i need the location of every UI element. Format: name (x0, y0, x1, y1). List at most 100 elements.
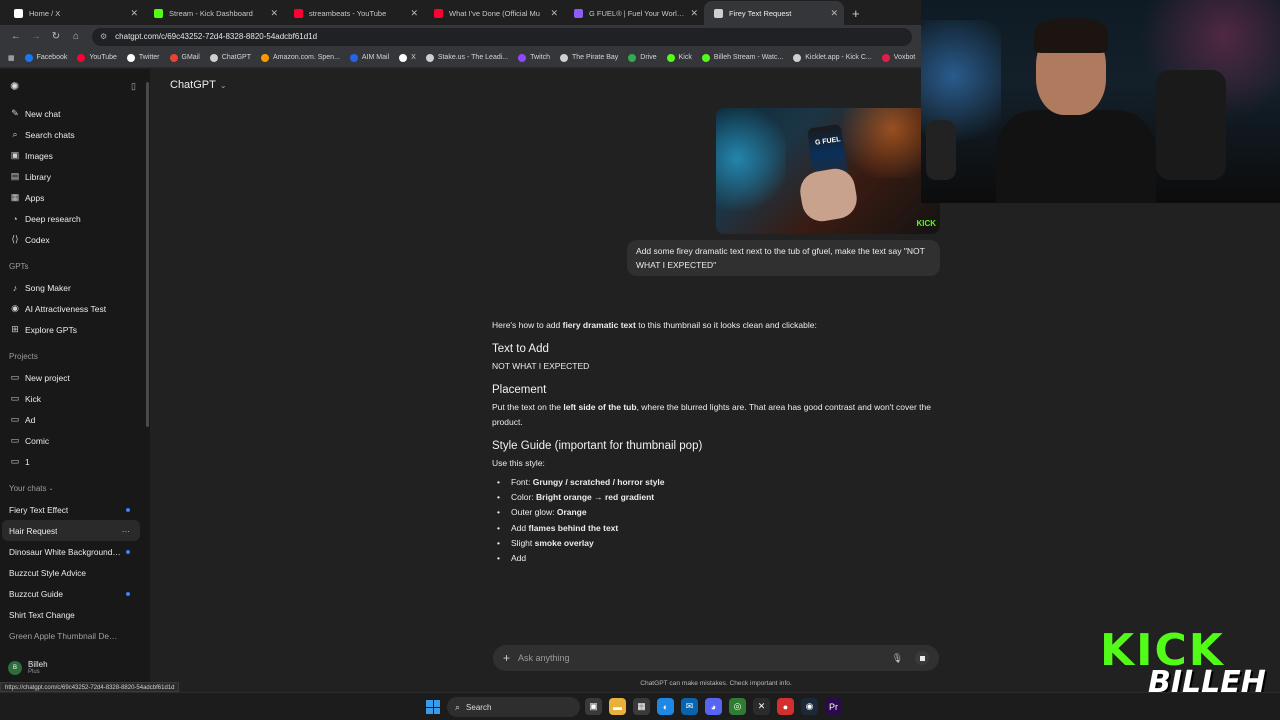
premiere-icon[interactable]: Pr (825, 698, 842, 715)
bookmark-item[interactable]: Twitch (518, 53, 550, 62)
style-bullet: Font: Grungy / scratched / horror style (492, 475, 942, 490)
browser-tab[interactable]: Firey Text Request ✕ (704, 1, 844, 25)
tab-title: Stream - Kick Dashboard (169, 8, 253, 18)
back-icon[interactable]: ← (6, 31, 26, 42)
bookmark-item[interactable]: Kick (666, 53, 692, 62)
close-tab-icon[interactable]: ✕ (830, 8, 838, 19)
style-bullet: Add (492, 551, 942, 566)
edge-icon[interactable]: ◐ (657, 698, 674, 715)
youtube-icon (294, 8, 303, 18)
bookmark-item[interactable]: YouTube (77, 53, 117, 62)
project-item[interactable]: ▭ Ad (0, 409, 150, 430)
image-kick-logo: KICK (916, 219, 936, 228)
sidebar-item-codex[interactable]: ⟨⟩ Codex (0, 229, 150, 250)
bookmark-item[interactable]: AIM Mail (349, 53, 389, 62)
chat-history-item[interactable]: Hair Request ··· (2, 520, 140, 541)
sidebar-item-deep-research[interactable]: ◔ Deep research (0, 208, 150, 229)
collapse-sidebar-icon[interactable]: ▯ (131, 81, 136, 92)
your-chats-heading[interactable]: Your chats ⌄ (0, 478, 150, 499)
chat-history-item[interactable]: Dinosaur White Background ... (0, 541, 140, 562)
sidebar-item-library[interactable]: ▤ Library (0, 166, 150, 187)
project-label: 1 (25, 456, 30, 467)
gpt-icon: ♪ (12, 282, 18, 293)
new-tab-icon[interactable]: + (844, 6, 868, 25)
windows-start-icon[interactable] (426, 700, 440, 714)
browser-tab[interactable]: G FUEL® | Fuel Your Worlds wi ✕ (564, 1, 704, 25)
outlook-icon[interactable]: ✉ (681, 698, 698, 715)
project-item[interactable]: ▭ 1 (0, 451, 150, 472)
bookmark-item[interactable]: Drive (628, 53, 657, 62)
bullet-value: flames behind the text (528, 522, 619, 533)
bookmark-item[interactable]: ChatGPT (209, 53, 251, 62)
bookmark-item[interactable]: Amazon.com. Spen... (260, 53, 340, 62)
address-bar[interactable]: ⚙ chatgpt.com/c/69c43252-72d4-8328-8820-… (92, 27, 912, 46)
bookmark-item[interactable]: GMail (169, 53, 200, 62)
file-explorer-icon[interactable]: ▬ (609, 698, 626, 715)
sidebar-item-images[interactable]: ▣ Images (0, 145, 150, 166)
chat-history-item[interactable]: Buzzcut Style Advice (0, 562, 140, 583)
bookmark-item[interactable]: X (399, 53, 416, 62)
bookmark-item[interactable]: Billeh Stream - Watc... (701, 53, 783, 62)
site-info-icon[interactable]: ⚙ (100, 32, 107, 41)
bookmark-favicon-icon (559, 53, 568, 62)
bookmark-item[interactable]: Voxbot (881, 53, 915, 62)
bookmark-item[interactable]: Kicklet.app - Kick C... (793, 53, 872, 62)
style-bullet: Add flames behind the text (492, 521, 942, 536)
stop-generating-button[interactable] (915, 651, 929, 665)
store-icon[interactable]: ▦ (633, 698, 650, 715)
bookmark-item[interactable]: Stake.us - The Leadi... (425, 53, 508, 62)
browser-tab[interactable]: Home / X ✕ (4, 1, 144, 25)
bullet-key: Add (511, 522, 529, 533)
unread-dot-icon (126, 507, 130, 512)
sidebar-item-apps[interactable]: ▦ Apps (0, 187, 150, 208)
sidebar-scrollbar[interactable] (146, 82, 149, 427)
close-tab-icon[interactable]: ✕ (690, 8, 698, 19)
chat-history-item[interactable]: Buzzcut Guide (0, 583, 140, 604)
microphone-icon[interactable]: 🎙 (892, 653, 903, 664)
attached-image[interactable]: G FUEL KICK (716, 108, 940, 234)
close-tab-icon[interactable]: ✕ (410, 8, 418, 19)
chat-history-item[interactable]: Shirt Text Change (0, 604, 140, 625)
project-item[interactable]: ▭ Kick (0, 388, 150, 409)
model-selector[interactable]: ChatGPT ⌄ (160, 77, 233, 93)
project-item[interactable]: ▭ New project (0, 367, 150, 388)
search-icon: ⌕ (12, 129, 18, 139)
prompt-input[interactable] (518, 653, 892, 663)
bookmark-item[interactable]: Facebook (24, 53, 67, 62)
taskbar-search[interactable]: ⌕ Search (447, 697, 580, 717)
forward-icon[interactable]: → (26, 31, 46, 42)
add-attachment-icon[interactable]: + (503, 651, 510, 665)
chat-history-item[interactable]: Green Apple Thumbnail Design (0, 625, 140, 646)
close-tab-icon[interactable]: ✕ (550, 8, 558, 19)
recorder-icon[interactable]: ● (777, 698, 794, 715)
x-app-icon[interactable]: ✕ (753, 698, 770, 715)
bookmark-item[interactable]: Twitter (126, 53, 160, 62)
openai-logo-icon[interactable]: ✺ (10, 80, 19, 93)
reload-icon[interactable]: ↻ (46, 31, 66, 42)
home-icon[interactable]: ⌂ (66, 31, 86, 42)
browser-tab[interactable]: What I've Done (Official Mu ✕ (424, 1, 564, 25)
bookmark-item[interactable]: The Pirate Bay (559, 53, 618, 62)
codex-icon: ⟨⟩ (11, 234, 19, 244)
user-message: Add some firey dramatic text next to the… (627, 240, 940, 276)
sidebar-item-label: New chat (25, 108, 61, 119)
bookmark-favicon-icon (126, 53, 135, 62)
chrome-icon[interactable]: ◎ (729, 698, 746, 715)
project-item[interactable]: ▭ Comic (0, 430, 150, 451)
user-profile[interactable]: B Billeh Plus (8, 660, 48, 675)
gpt-item[interactable]: ♪ Song Maker (0, 277, 150, 298)
close-tab-icon[interactable]: ✕ (270, 8, 278, 19)
sidebar-item-search-chats[interactable]: ⌕ Search chats (0, 124, 150, 145)
gpt-item[interactable]: ◉ AI Attractiveness Test (0, 298, 150, 319)
chat-history-item[interactable]: Fiery Text Effect (0, 499, 140, 520)
browser-tab[interactable]: Stream - Kick Dashboard ✕ (144, 1, 284, 25)
apps-grid-icon[interactable]: ▦ (8, 54, 15, 62)
browser-tab[interactable]: streambeats - YouTube ✕ (284, 1, 424, 25)
task-view-icon[interactable]: ▣ (585, 698, 602, 715)
chat-options-icon[interactable]: ··· (122, 526, 130, 536)
gpt-item[interactable]: ⊞ Explore GPTs (0, 319, 150, 340)
sidebar-item-new-chat[interactable]: ✎ New chat (0, 103, 150, 124)
steam-icon[interactable]: ◉ (801, 698, 818, 715)
close-tab-icon[interactable]: ✕ (130, 8, 138, 19)
discord-icon[interactable]: ◕ (705, 698, 722, 715)
